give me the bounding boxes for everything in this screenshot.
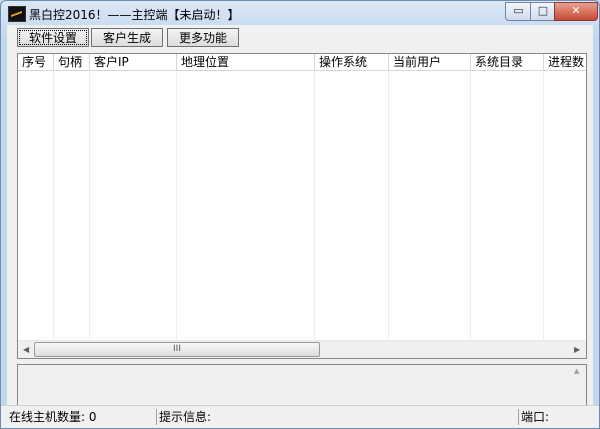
software-settings-button[interactable]: 软件设置: [17, 28, 89, 47]
grid-line: [543, 71, 544, 341]
window-title: 黑白控2016！——主控端【未启动！】: [29, 8, 240, 22]
close-button[interactable]: ✕: [554, 2, 598, 21]
grid-line: [314, 71, 315, 341]
grid-line: [53, 71, 54, 341]
horizontal-scrollbar[interactable]: ◀ III ▶: [18, 340, 586, 358]
grid-line: [388, 71, 389, 341]
scroll-left-icon[interactable]: ◀: [23, 345, 29, 354]
column-header-client-ip[interactable]: 客户IP: [90, 54, 177, 70]
grid-line: [89, 71, 90, 341]
minimize-icon: ▭: [513, 4, 524, 17]
maximize-button[interactable]: □: [530, 2, 556, 21]
scroll-up-icon[interactable]: ▲: [574, 367, 579, 375]
more-functions-button[interactable]: 更多功能: [167, 28, 239, 47]
title-bar[interactable]: 黑白控2016！——主控端【未启动！】 ▭ □ ✕: [1, 1, 599, 25]
column-header-process-count[interactable]: 进程数: [544, 54, 586, 70]
grid-line: [176, 71, 177, 341]
column-header-os[interactable]: 操作系统: [315, 54, 389, 70]
status-port: 端口:: [521, 410, 550, 424]
column-header-index[interactable]: 序号: [18, 54, 54, 70]
status-online-hosts: 在线主机数量: 0: [7, 409, 157, 425]
main-window: 黑白控2016！——主控端【未启动！】 ▭ □ ✕ 软件设置 客户生成 更多功能…: [0, 0, 600, 429]
host-list[interactable]: 序号 句柄 客户IP 地理位置 操作系统 当前用户 系统目录 进程数 ◀ III…: [17, 53, 587, 359]
close-icon: ✕: [571, 4, 581, 17]
column-header-location[interactable]: 地理位置: [177, 54, 315, 70]
client-area: 软件设置 客户生成 更多功能 序号 句柄 客户IP 地理位置 操作系统 当前用户…: [7, 25, 593, 424]
client-generate-button[interactable]: 客户生成: [91, 28, 163, 47]
scrollbar-thumb[interactable]: III: [34, 342, 320, 357]
status-hint: 提示信息:: [157, 409, 519, 425]
thumb-grip-icon: III: [173, 344, 181, 354]
status-bar: 在线主机数量: 0 提示信息: 端口:: [1, 405, 599, 428]
host-list-header: 序号 句柄 客户IP 地理位置 操作系统 当前用户 系统目录 进程数: [18, 54, 586, 71]
minimize-button[interactable]: ▭: [505, 2, 532, 21]
column-header-handle[interactable]: 句柄: [54, 54, 90, 70]
scroll-right-icon[interactable]: ▶: [574, 345, 580, 354]
app-logo-icon: [8, 6, 26, 22]
column-header-system-dir[interactable]: 系统目录: [471, 54, 544, 70]
maximize-icon: □: [537, 4, 549, 17]
grid-line: [470, 71, 471, 341]
column-header-current-user[interactable]: 当前用户: [389, 54, 471, 70]
